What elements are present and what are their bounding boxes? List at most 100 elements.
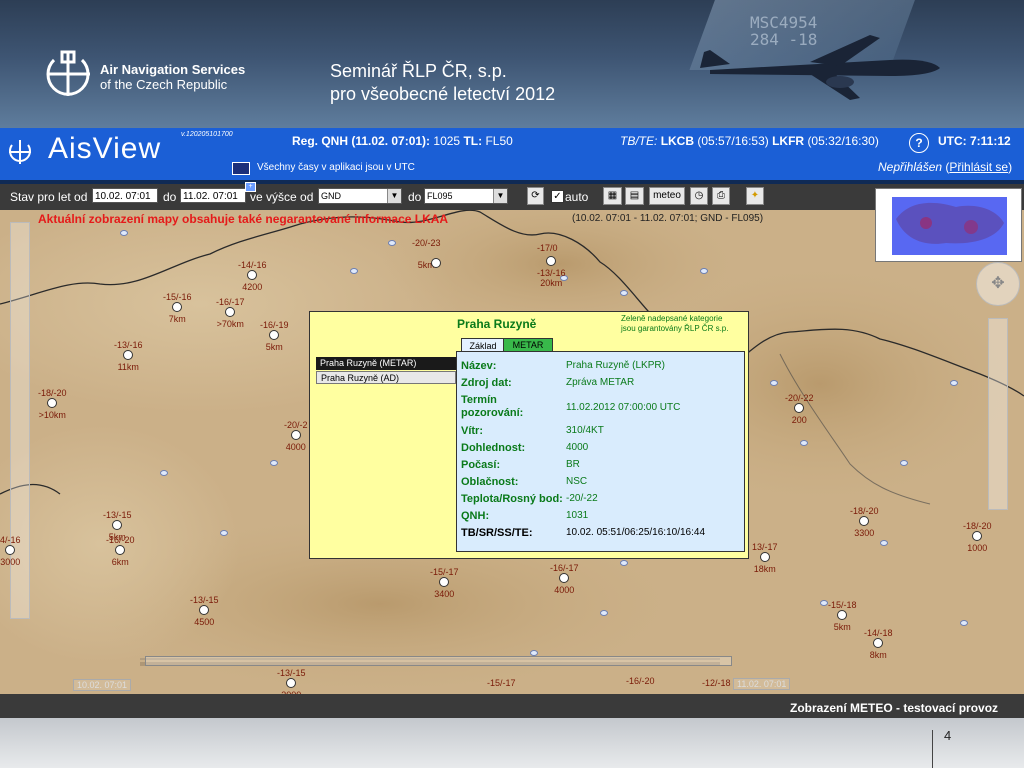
station-marker[interactable] [439, 577, 450, 587]
station-label: -14/-18 8km [864, 628, 893, 660]
station-temp: -13/-16 [114, 340, 143, 350]
weather-blip [160, 470, 168, 476]
station-marker[interactable] [859, 516, 870, 526]
login-status: Nepřihlášen (Přihlásit se) [878, 160, 1013, 174]
station-marker[interactable] [199, 605, 210, 615]
info-value-weather: BR [566, 459, 580, 470]
station-label: -18/-20 1000 [963, 521, 992, 553]
weather-blip [900, 460, 908, 466]
station-marker[interactable] [546, 256, 557, 266]
from-date-input[interactable]: 10.02. 07:01 [92, 188, 158, 203]
print-icon[interactable]: ⎙ [712, 187, 730, 205]
timeline-end-label[interactable]: 11.02. 07:01 [733, 678, 791, 690]
refresh-icon[interactable]: ⟳ [527, 187, 544, 205]
station-marker[interactable] [247, 270, 258, 280]
altitude-to-label: do [408, 190, 422, 204]
station-label: -15/-16 7km [163, 292, 192, 324]
station-temp: -18/-20 [38, 388, 67, 398]
station-marker[interactable] [47, 398, 58, 408]
info-key-qnh: QNH: [461, 510, 490, 522]
altitude-from-select[interactable]: GND ▼ [318, 188, 402, 204]
help-icon[interactable]: ? [909, 133, 929, 153]
station-marker[interactable] [972, 531, 983, 541]
meteo-button[interactable]: meteo [649, 187, 685, 205]
station-marker[interactable] [873, 638, 884, 648]
info-key-visibility: Dohlednost: [461, 442, 526, 454]
timeline-start-label[interactable]: 10.02. 07:01 [73, 679, 132, 691]
popup-list-item-ad[interactable]: Praha Ruzyně (AD) [316, 371, 456, 384]
popup-title: Praha Ruzyně [457, 317, 537, 331]
station-label: -18/-20 >10km [38, 388, 67, 420]
station-visibility: >70km [216, 319, 244, 329]
station-visibility: 1000 [967, 543, 988, 553]
tbte-airport-1: LKCB [660, 134, 695, 148]
station-marker[interactable] [559, 573, 570, 583]
station-visibility: 7km [168, 314, 186, 324]
info-key-weather: Počasí: [461, 459, 501, 471]
station-marker[interactable] [269, 330, 280, 340]
station-label: 13/-17 18km [752, 542, 778, 574]
station-temp: -20/-22 [785, 393, 814, 403]
station-label: -12/-18 [702, 678, 731, 688]
station-marker[interactable] [290, 430, 301, 440]
station-label: -20/-22 200 [785, 393, 814, 425]
info-key-clouds: Oblačnost: [461, 476, 519, 488]
station-temp: -13/-15 [190, 595, 219, 605]
station-temp: -16/-17 [550, 563, 579, 573]
app-version: v.120205101700 [181, 131, 233, 138]
info-value-source: Zpráva METAR [566, 377, 635, 388]
info-key-temp-dew: Teplota/Rosný bod: [461, 493, 563, 505]
station-temp: -14/-16 [238, 260, 267, 270]
station-label: -15/-17 [487, 678, 516, 688]
pan-control-icon[interactable]: ✥ [976, 262, 1020, 306]
login-link[interactable]: Přihlásit se [949, 160, 1008, 174]
station-marker[interactable] [759, 552, 770, 562]
altitude-to-select[interactable]: FL095 ▼ [424, 188, 508, 204]
weather-blip [600, 610, 608, 616]
station-marker[interactable] [286, 678, 297, 688]
station-label: -13/-16 11km [114, 340, 143, 372]
station-marker[interactable] [794, 403, 805, 413]
station-marker[interactable] [112, 520, 123, 530]
weather-blip [800, 440, 808, 446]
station-marker[interactable] [115, 545, 126, 555]
auto-checkbox[interactable]: ✓ [551, 190, 564, 203]
station-label: -16/-20 [626, 676, 655, 686]
station-marker[interactable] [225, 307, 236, 317]
uk-flag-icon[interactable] [232, 162, 250, 175]
overview-minimap[interactable] [875, 188, 1022, 262]
station-visibility: 4200 [242, 282, 263, 292]
tbte-time-2: (05:32/16:30) [807, 134, 879, 148]
layer-list-icon[interactable]: ▤ [625, 187, 644, 205]
station-visibility: 5km [265, 342, 283, 352]
info-key-observation-time: Termín pozorování: [461, 394, 524, 419]
timeline-slider[interactable] [145, 656, 732, 666]
layer-grid-icon[interactable]: ▦ [603, 187, 622, 205]
station-visibility: 3400 [434, 589, 455, 599]
info-value-qnh: 1031 [566, 510, 589, 521]
weather-blip [350, 268, 358, 274]
station-marker[interactable] [123, 350, 134, 360]
sun-icon[interactable]: ✦ [746, 187, 764, 205]
station-marker[interactable] [172, 302, 183, 312]
popup-list-item-metar[interactable]: Praha Ruzyně (METAR) [316, 357, 456, 370]
status-text: Zobrazení METEO - testovací provoz [790, 701, 999, 715]
seminar-title-line1: Seminář ŘLP ČR, s.p. [330, 61, 507, 81]
station-visibility: 3000 [0, 557, 21, 567]
zoom-slider[interactable] [988, 318, 1008, 510]
station-temp: -14/-18 [864, 628, 893, 638]
info-key-wind: Vítr: [461, 425, 483, 437]
station-label: -16/-19 5km [260, 320, 289, 352]
station-visibility: >10km [38, 410, 66, 420]
info-value-sun-times: 10.02. 05:51/06:25/16:10/16:44 [566, 527, 706, 538]
popup-note-line1: Zeleně nadepsané kategorie [621, 314, 723, 323]
info-value-wind: 310/4KT [566, 425, 604, 436]
weather-blip [820, 600, 828, 606]
qnh-value: 1025 [433, 134, 461, 148]
station-marker[interactable] [837, 610, 848, 620]
to-date-input[interactable]: 11.02. 07:01 [180, 188, 246, 203]
seminar-title: Seminář ŘLP ČR, s.p. pro všeobecné letec… [330, 60, 555, 106]
station-marker[interactable] [5, 545, 16, 555]
info-value-clouds: NSC [566, 476, 588, 487]
clock-icon[interactable]: ◷ [690, 187, 708, 205]
